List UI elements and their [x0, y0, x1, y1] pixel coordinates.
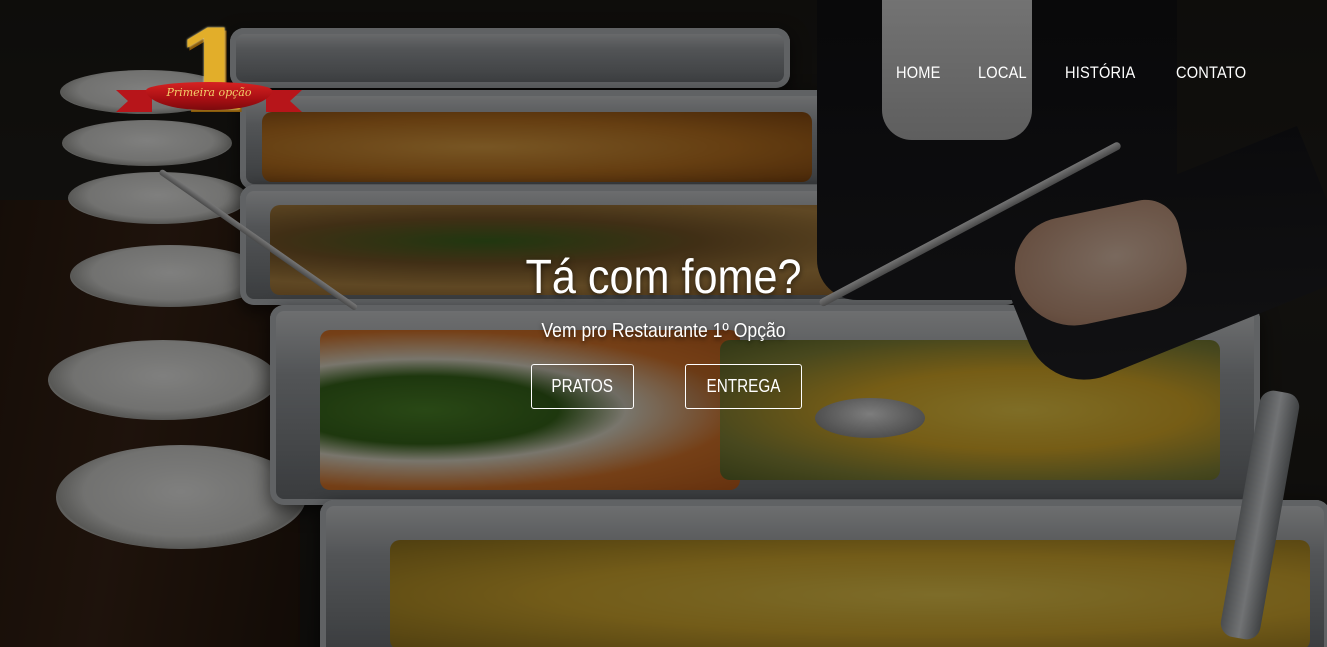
entrega-button[interactable]: ENTREGA	[684, 364, 802, 409]
logo[interactable]: 1 Primeira opção	[116, 16, 302, 126]
logo-ribbon: Primeira opção	[116, 82, 302, 112]
main-nav: HOME LOCAL HISTÓRIA CONTATO	[896, 63, 1258, 83]
nav-item-local[interactable]: LOCAL	[978, 63, 1027, 83]
pratos-button-label: PRATOS	[551, 376, 614, 396]
hero-section: 1 Primeira opção HOME LOCAL HISTÓRIA CON…	[0, 0, 1327, 647]
entrega-button-label: ENTREGA	[706, 376, 781, 396]
nav-item-contato[interactable]: CONTATO	[1176, 63, 1246, 83]
nav-item-historia[interactable]: HISTÓRIA	[1065, 63, 1135, 83]
hero-headline: Tá com fome?	[525, 251, 802, 304]
pratos-button[interactable]: PRATOS	[531, 364, 634, 409]
nav-item-home[interactable]: HOME	[896, 63, 941, 83]
hero-buttons: PRATOS ENTREGA	[0, 364, 1327, 409]
logo-ribbon-text: Primeira opção	[166, 86, 252, 99]
hero-subtitle: Vem pro Restaurante 1º Opção	[541, 320, 786, 342]
